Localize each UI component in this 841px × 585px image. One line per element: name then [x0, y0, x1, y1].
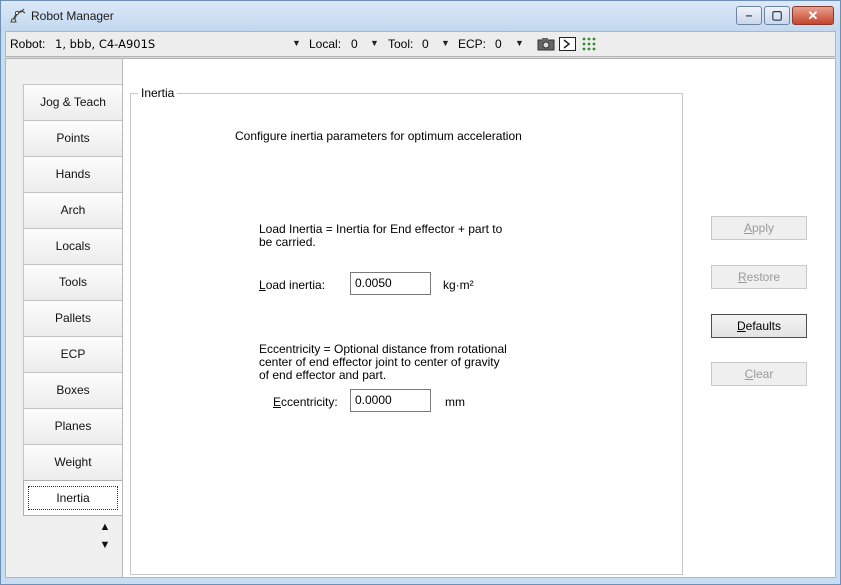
tab-label: Locals: [55, 239, 91, 253]
tab-label: Jog & Teach: [40, 95, 106, 109]
tab-hands[interactable]: Hands: [23, 156, 122, 193]
tab-planes[interactable]: Planes: [23, 408, 122, 445]
title-bar[interactable]: Robot Manager – ▢ ✕: [1, 1, 840, 31]
close-button[interactable]: ✕: [792, 6, 834, 25]
tab-label: ECP: [60, 347, 86, 361]
restore-label-rest: estore: [746, 270, 781, 284]
ecp-select-value[interactable]: 0: [495, 37, 502, 51]
eccentricity-label: Eccentricity:: [273, 395, 338, 409]
load-inertia-label: Load inertia:: [259, 278, 325, 292]
load-inertia-help-line2: be carried.: [259, 235, 316, 249]
restore-button[interactable]: Restore: [711, 265, 807, 289]
defaults-accel-key: D: [736, 319, 746, 333]
tab-jog-teach[interactable]: Jog & Teach: [23, 84, 122, 121]
defaults-label-rest: efaults: [745, 319, 782, 333]
tab-boxes[interactable]: Boxes: [23, 372, 122, 409]
tool-dropdown-arrow-icon[interactable]: ▼: [441, 38, 450, 48]
tab-weight[interactable]: Weight: [23, 444, 122, 481]
chevron-down-icon[interactable]: ▼: [90, 539, 120, 557]
apply-button[interactable]: Apply: [711, 216, 807, 240]
client-area: Jog & Teach Points Hands Arch Locals Too…: [5, 58, 836, 578]
robot-manager-window: Robot Manager – ▢ ✕ Robot: 1, bbb, C4-A9…: [0, 0, 841, 585]
tab-points[interactable]: Points: [23, 120, 122, 157]
minimize-button[interactable]: –: [736, 6, 762, 25]
tab-ecp[interactable]: ECP: [23, 336, 122, 373]
clear-label-rest: lear: [753, 367, 774, 381]
eccentricity-input[interactable]: 0.0000: [350, 389, 431, 412]
defaults-button[interactable]: Defaults: [711, 314, 807, 338]
tab-label: Tools: [58, 275, 87, 289]
robot-dropdown-arrow-icon[interactable]: ▼: [292, 38, 301, 48]
tab-tools[interactable]: Tools: [23, 264, 122, 301]
eccentricity-unit: mm: [445, 395, 465, 409]
apply-accel-key: A: [743, 221, 752, 235]
load-inertia-label-rest: oad inertia:: [265, 278, 326, 292]
restore-accel-key: R: [737, 270, 747, 284]
close-icon: ✕: [807, 8, 819, 23]
panel-description: Configure inertia parameters for optimum…: [235, 129, 522, 143]
focus-rectangle: [28, 486, 118, 510]
tab-label: Planes: [54, 419, 92, 433]
robot-select-value[interactable]: 1, bbb, C4-A901S: [55, 37, 155, 51]
eccentricity-help-line2: center of end effector joint to center o…: [259, 355, 500, 369]
tab-locals[interactable]: Locals: [23, 228, 122, 265]
load-inertia-input[interactable]: 0.0050: [350, 272, 431, 295]
tab-inertia[interactable]: Inertia: [23, 480, 122, 516]
caption-buttons: – ▢ ✕: [736, 6, 834, 25]
local-select-value[interactable]: 0: [351, 37, 358, 51]
apply-label-rest: pply: [752, 221, 775, 235]
tab-strip: Jog & Teach Points Hands Arch Locals Too…: [6, 59, 123, 577]
tab-label: Weight: [54, 455, 92, 469]
local-label: Local:: [309, 37, 342, 51]
eccentricity-help-line1: Eccentricity = Optional distance from ro…: [259, 342, 507, 356]
tab-label: Hands: [55, 167, 91, 181]
ecp-dropdown-arrow-icon[interactable]: ▼: [515, 38, 524, 48]
robot-toolbar: Robot: 1, bbb, C4-A901S ▼ Local: 0 ▼ Too…: [5, 31, 836, 57]
dot-grid-icon[interactable]: [581, 36, 597, 52]
terminal-icon[interactable]: [559, 36, 576, 52]
tab-label: Points: [56, 131, 90, 145]
load-inertia-accel-key: L: [259, 278, 266, 292]
camera-icon[interactable]: [537, 36, 555, 52]
load-inertia-unit: kg·m²: [443, 278, 474, 292]
ecp-label: ECP:: [458, 37, 487, 51]
tab-label: Arch: [60, 203, 86, 217]
tab-pallets[interactable]: Pallets: [23, 300, 122, 337]
load-inertia-help-line1: Load Inertia = Inertia for End effector …: [259, 222, 503, 236]
robot-label: Robot:: [10, 37, 46, 51]
eccentricity-help-line3: of end effector and part.: [259, 368, 387, 382]
robot-arm-icon: [10, 8, 26, 23]
clear-button[interactable]: Clear: [711, 362, 807, 386]
tab-arch[interactable]: Arch: [23, 192, 122, 229]
window-title: Robot Manager: [31, 9, 114, 23]
chevron-up-icon[interactable]: ▲: [90, 521, 120, 539]
tab-scroll-buttons: ▲ ▼: [90, 521, 120, 557]
tool-select-value[interactable]: 0: [422, 37, 429, 51]
tab-label: Pallets: [54, 311, 92, 325]
maximize-button[interactable]: ▢: [764, 6, 790, 25]
tool-label: Tool:: [388, 37, 414, 51]
minimize-icon: –: [745, 8, 753, 22]
tab-label: Boxes: [56, 383, 90, 397]
eccentricity-label-rest: ccentricity:: [281, 395, 338, 409]
eccentricity-accel-key: E: [273, 395, 282, 409]
inertia-groupbox: [130, 93, 683, 575]
local-dropdown-arrow-icon[interactable]: ▼: [370, 38, 379, 48]
maximize-icon: ▢: [771, 8, 783, 22]
groupbox-title: Inertia: [138, 86, 178, 100]
